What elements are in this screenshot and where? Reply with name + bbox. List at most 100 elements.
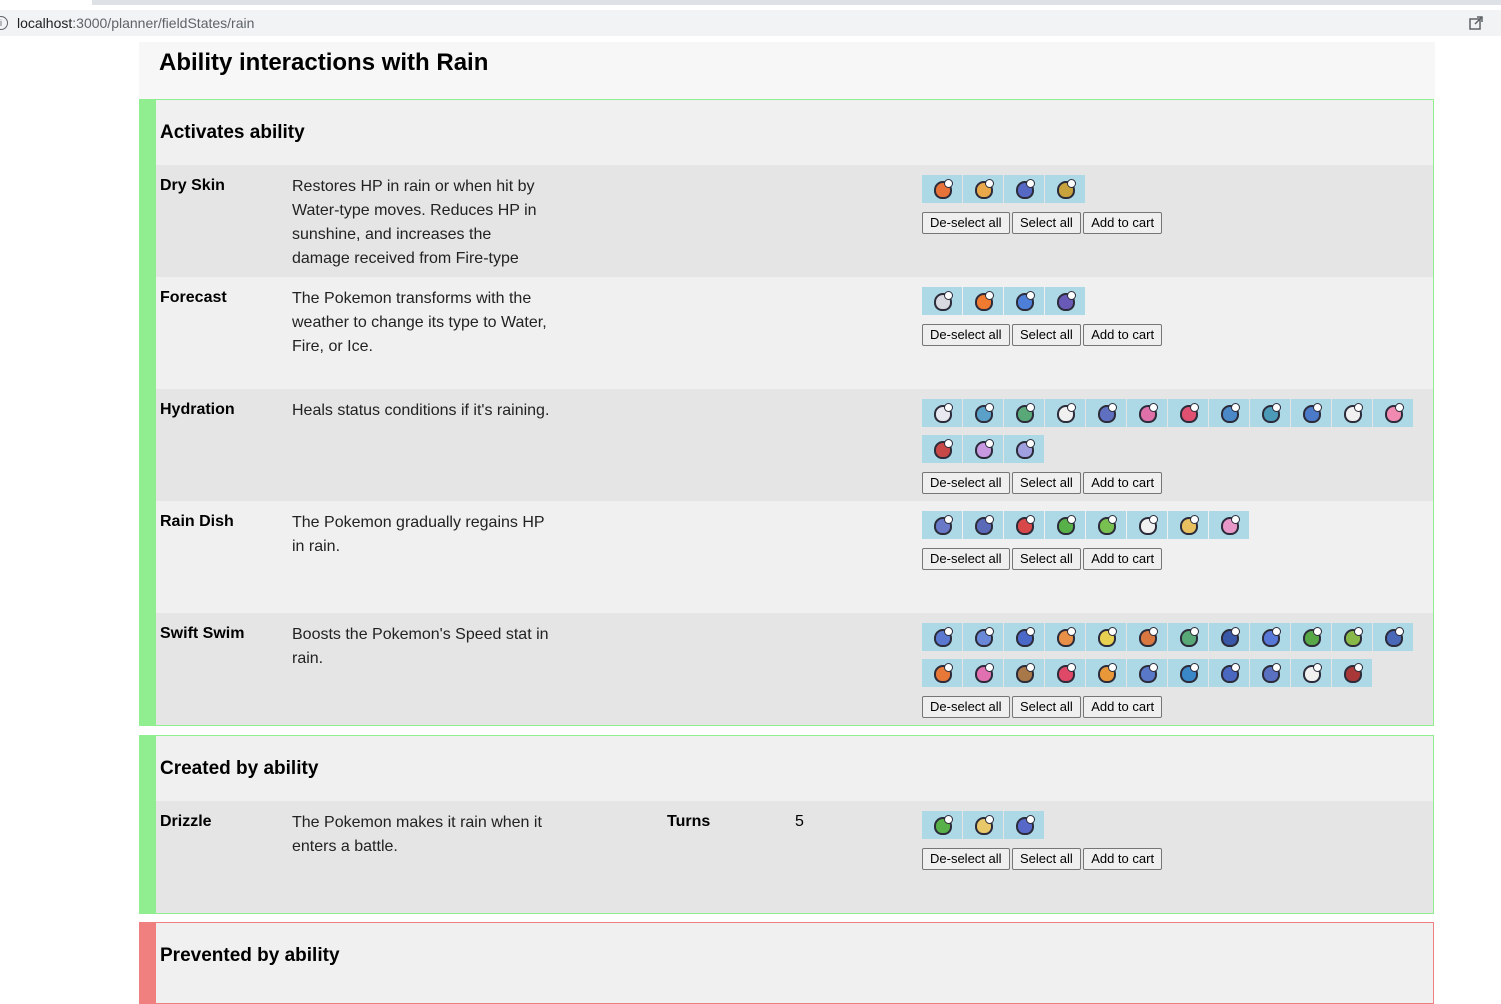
pokemon-sprite[interactable]	[1332, 659, 1372, 687]
pokemon-sprite[interactable]	[1004, 659, 1044, 687]
pokemon-eye-icon	[944, 815, 953, 824]
pokemon-eye-icon	[944, 179, 953, 188]
pokemon-sprite[interactable]	[1086, 511, 1126, 539]
pokemon-eye-icon	[1108, 627, 1117, 636]
pokemon-sprite[interactable]	[922, 511, 962, 539]
pokemon-sprite[interactable]	[922, 287, 962, 315]
pokemon-sprite[interactable]	[1168, 399, 1208, 427]
pokemon-eye-icon	[985, 179, 994, 188]
add-to-cart-button[interactable]: Add to cart	[1083, 548, 1163, 570]
pokemon-sprite[interactable]	[1045, 511, 1085, 539]
pokemon-eye-icon	[1026, 627, 1035, 636]
add-to-cart-button[interactable]: Add to cart	[1083, 212, 1163, 234]
url-host: localhost	[17, 15, 73, 31]
pokemon-sprite[interactable]	[1373, 399, 1413, 427]
pokemon-sprite[interactable]	[1045, 287, 1085, 315]
add-to-cart-button[interactable]: Add to cart	[1083, 472, 1163, 494]
add-to-cart-button[interactable]: Add to cart	[1083, 848, 1163, 870]
pokemon-sprite[interactable]	[1291, 399, 1331, 427]
pokemon-sprite[interactable]	[1332, 399, 1372, 427]
pokemon-sprite[interactable]	[1209, 511, 1249, 539]
pokemon-sprite[interactable]	[1373, 623, 1413, 651]
pokemon-sprite[interactable]	[1004, 811, 1044, 839]
pokemon-sprite[interactable]	[1127, 623, 1167, 651]
pokemon-sprite[interactable]	[963, 623, 1003, 651]
select-all-button[interactable]: Select all	[1011, 548, 1081, 570]
pokemon-sprite[interactable]	[1086, 623, 1126, 651]
pokemon-sprite[interactable]	[963, 659, 1003, 687]
pokemon-sprite[interactable]	[922, 435, 962, 463]
pokemon-sprite[interactable]	[1250, 623, 1290, 651]
pokemon-sprite[interactable]	[1250, 659, 1290, 687]
pokemon-sprite[interactable]	[1086, 399, 1126, 427]
add-to-cart-button[interactable]: Add to cart	[1083, 696, 1163, 718]
pokemon-sprite[interactable]	[1291, 623, 1331, 651]
deselect-all-button[interactable]: De-select all	[922, 696, 1010, 718]
select-all-button[interactable]: Select all	[1011, 212, 1081, 234]
deselect-all-button[interactable]: De-select all	[922, 472, 1010, 494]
ability-row-rain-dish: Rain Dish The Pokemon gradually regains …	[156, 501, 1433, 613]
pokemon-sprite[interactable]	[1045, 399, 1085, 427]
share-icon[interactable]	[1468, 15, 1484, 31]
pokemon-sprite[interactable]	[1127, 399, 1167, 427]
pokemon-sprite[interactable]	[1209, 399, 1249, 427]
pokemon-sprite[interactable]	[922, 623, 962, 651]
section-created-by-ability: Created by ability Drizzle The Pokemon m…	[139, 735, 1434, 914]
pokemon-sprite[interactable]	[1127, 659, 1167, 687]
pokemon-sprite[interactable]	[1332, 623, 1372, 651]
pokemon-sprite[interactable]	[1045, 623, 1085, 651]
pokemon-sprite[interactable]	[963, 811, 1003, 839]
deselect-all-button[interactable]: De-select all	[922, 848, 1010, 870]
deselect-all-button[interactable]: De-select all	[922, 212, 1010, 234]
pokemon-sprite[interactable]	[1004, 399, 1044, 427]
pokemon-sprite[interactable]	[963, 399, 1003, 427]
pokemon-sprite[interactable]	[1045, 659, 1085, 687]
pokemon-eye-icon	[1026, 515, 1035, 524]
pokemon-sprite[interactable]	[1168, 511, 1208, 539]
pokemon-sprite[interactable]	[922, 399, 962, 427]
select-all-button[interactable]: Select all	[1011, 324, 1081, 346]
pokemon-sprite[interactable]	[1004, 287, 1044, 315]
pokemon-sprite[interactable]	[1291, 659, 1331, 687]
pokemon-sprite[interactable]	[1045, 175, 1085, 203]
deselect-all-button[interactable]: De-select all	[922, 548, 1010, 570]
ability-stat-label: Turns	[667, 813, 711, 830]
pokemon-sprite[interactable]	[1209, 659, 1249, 687]
deselect-all-button[interactable]: De-select all	[922, 324, 1010, 346]
pokemon-sprite[interactable]	[922, 659, 962, 687]
pokemon-sprite[interactable]	[963, 287, 1003, 315]
pokemon-eye-icon	[985, 627, 994, 636]
pokemon-sprite-list	[922, 511, 1422, 547]
pokemon-sprite[interactable]	[1209, 623, 1249, 651]
address-url[interactable]: localhost:3000/planner/fieldStates/rain	[17, 15, 254, 31]
pokemon-eye-icon	[1108, 515, 1117, 524]
pokemon-sprite[interactable]	[1004, 435, 1044, 463]
pokemon-eye-icon	[1026, 663, 1035, 672]
select-all-button[interactable]: Select all	[1011, 848, 1081, 870]
pokemon-sprite[interactable]	[963, 175, 1003, 203]
pokemon-sprite[interactable]	[1004, 623, 1044, 651]
add-to-cart-button[interactable]: Add to cart	[1083, 324, 1163, 346]
pokemon-eye-icon	[1149, 515, 1158, 524]
pokemon-sprite[interactable]	[1168, 623, 1208, 651]
pokemon-sprite[interactable]	[1168, 659, 1208, 687]
pokemon-sprite[interactable]	[1250, 399, 1290, 427]
pokemon-sprite[interactable]	[1127, 511, 1167, 539]
pokemon-sprite[interactable]	[922, 175, 962, 203]
pokemon-sprite[interactable]	[1004, 511, 1044, 539]
pokemon-sprite[interactable]	[1086, 659, 1126, 687]
ability-name: Hydration	[160, 401, 235, 418]
page-title: Ability interactions with Rain	[159, 49, 489, 76]
page-header: Ability interactions with Rain	[139, 42, 1435, 99]
pokemon-eye-icon	[1231, 663, 1240, 672]
pokemon-eye-icon	[1067, 179, 1076, 188]
select-all-button[interactable]: Select all	[1011, 696, 1081, 718]
ability-description: Boosts the Pokemon's Speed stat in rain.	[292, 626, 549, 667]
pokemon-sprite[interactable]	[1004, 175, 1044, 203]
pokemon-eye-icon	[1190, 403, 1199, 412]
pokemon-sprite[interactable]	[922, 811, 962, 839]
select-all-button[interactable]: Select all	[1011, 472, 1081, 494]
pokemon-sprite[interactable]	[963, 435, 1003, 463]
ability-row-dry-skin: Dry Skin Restores HP in rain or when hit…	[156, 165, 1433, 277]
pokemon-sprite[interactable]	[963, 511, 1003, 539]
